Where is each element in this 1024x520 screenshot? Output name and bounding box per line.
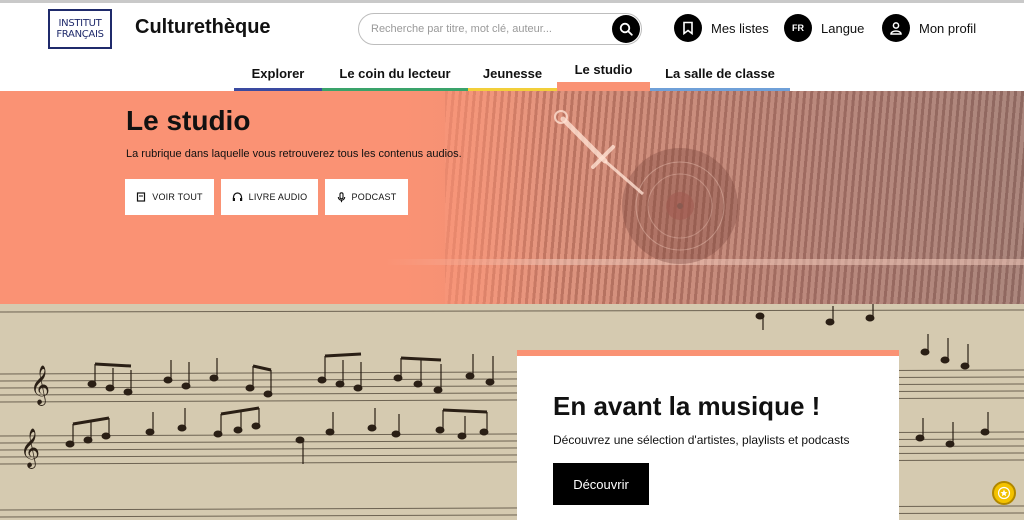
- search-icon: [619, 22, 633, 36]
- book-icon: [137, 192, 146, 202]
- podcast-label: PODCAST: [351, 192, 397, 202]
- language-code-badge: FR: [784, 14, 812, 42]
- feature-title: En avant la musique !: [553, 391, 821, 421]
- podcast-button[interactable]: PODCAST: [325, 179, 408, 215]
- livre-audio-label: LIVRE AUDIO: [248, 192, 308, 202]
- headphones-icon: [232, 192, 242, 201]
- tab-color-bar: [557, 82, 650, 91]
- tab-salle-de-classe[interactable]: La salle de classe: [650, 60, 790, 91]
- page-subtitle: La rubrique dans laquelle vous retrouver…: [126, 148, 462, 160]
- tab-label: Explorer: [251, 66, 305, 81]
- main-nav: Explorer Le coin du lecteur Jeunesse Le …: [0, 60, 1024, 91]
- profile-label: Mon profil: [919, 20, 977, 36]
- site-header: INSTITUT FRANÇAIS Culturethèque Mes list…: [0, 3, 1024, 60]
- tab-jeunesse[interactable]: Jeunesse: [468, 60, 557, 91]
- language-button[interactable]: FR Langue: [784, 13, 864, 43]
- tab-label: Le studio: [574, 62, 633, 77]
- tab-coin-du-lecteur[interactable]: Le coin du lecteur: [322, 60, 468, 91]
- tab-explorer[interactable]: Explorer: [234, 60, 322, 91]
- tab-le-studio[interactable]: Le studio: [557, 60, 650, 91]
- accessibility-widget-button[interactable]: [992, 481, 1016, 505]
- my-lists-button[interactable]: Mes listes: [674, 13, 769, 43]
- user-icon: [882, 14, 910, 42]
- bookmark-icon: [674, 14, 702, 42]
- voir-tout-label: VOIR TOUT: [152, 192, 203, 202]
- search-bar: [358, 13, 642, 45]
- sword-icon: [554, 110, 644, 196]
- tab-label: La salle de classe: [665, 66, 775, 81]
- voir-tout-button[interactable]: VOIR TOUT: [125, 179, 214, 215]
- search-input[interactable]: [371, 20, 601, 38]
- site-title[interactable]: Culturethèque: [135, 16, 271, 39]
- page-title: Le studio: [126, 105, 251, 136]
- search-button[interactable]: [612, 15, 640, 43]
- feature-description: Découvrez une sélection d'artistes, play…: [553, 433, 850, 447]
- photo-fade-overlay: [385, 91, 555, 304]
- decouvrir-button[interactable]: Découvrir: [553, 463, 649, 505]
- my-lists-label: Mes listes: [711, 20, 769, 36]
- svg-text:𝄞: 𝄞: [20, 428, 40, 469]
- language-label: Langue: [821, 20, 865, 36]
- microphone-icon: [337, 191, 345, 202]
- tab-label: Le coin du lecteur: [339, 66, 451, 81]
- vinyl-records-photo: [385, 91, 1024, 304]
- institut-francais-logo[interactable]: INSTITUT FRANÇAIS: [48, 9, 112, 49]
- logo-line-1: INSTITUT: [58, 18, 102, 29]
- logo-line-2: FRANÇAIS: [56, 29, 104, 40]
- feature-card: En avant la musique ! Découvrez une séle…: [517, 350, 899, 520]
- livre-audio-button[interactable]: LIVRE AUDIO: [221, 179, 318, 215]
- studio-hero-banner: Le studio La rubrique dans laquelle vous…: [0, 91, 1024, 304]
- svg-text:𝄞: 𝄞: [30, 365, 50, 406]
- star-icon: [997, 486, 1011, 500]
- profile-button[interactable]: Mon profil: [882, 13, 976, 43]
- tab-label: Jeunesse: [482, 66, 543, 81]
